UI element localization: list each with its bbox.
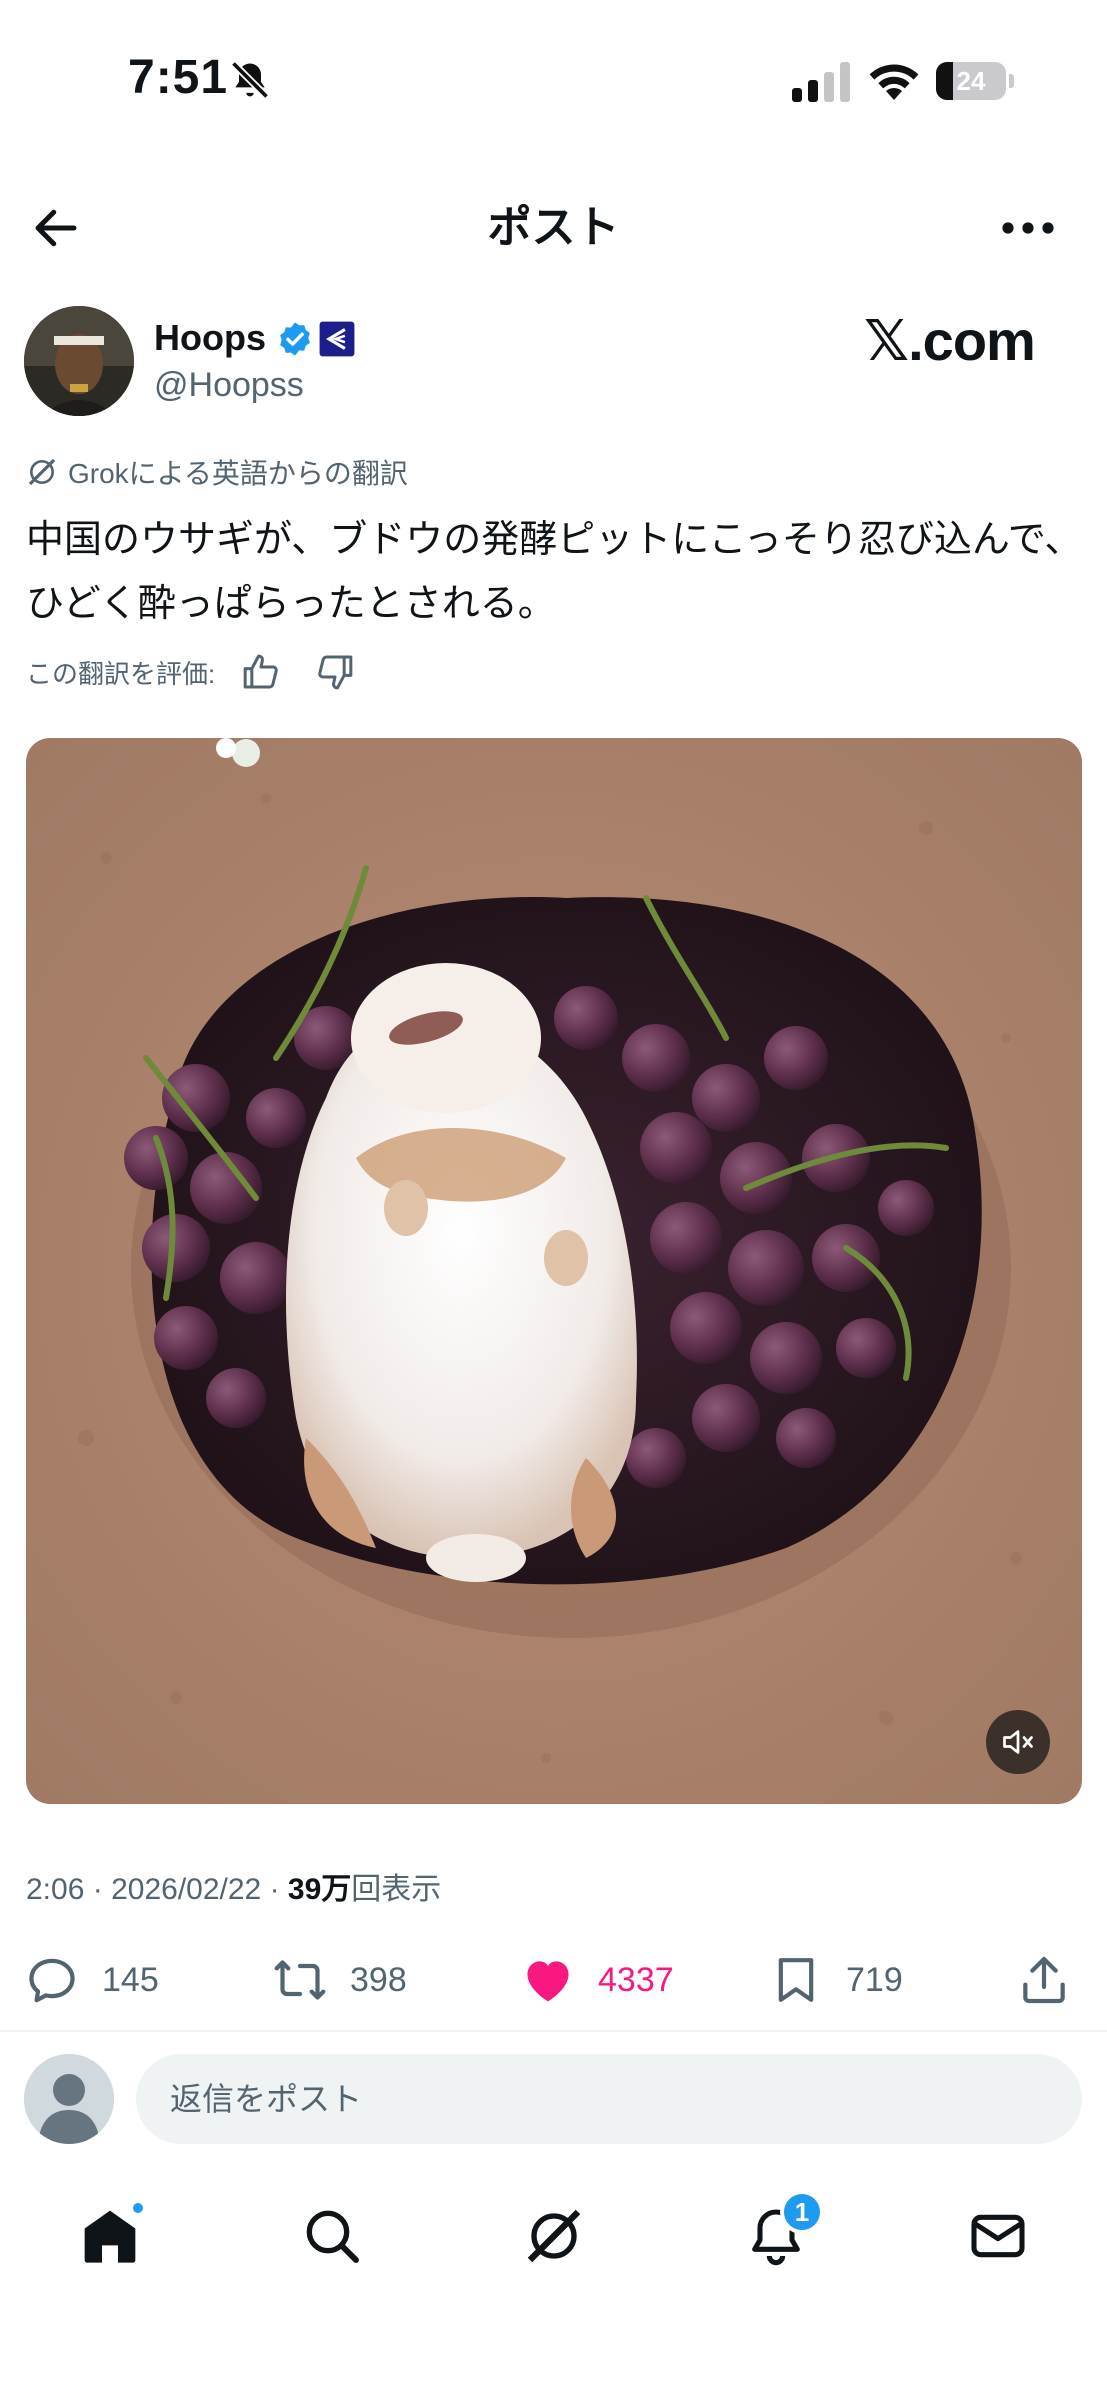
avatar-image (24, 306, 134, 416)
tab-notifications[interactable]: 1 (736, 2190, 824, 2276)
author-name[interactable]: Hoops (154, 316, 266, 360)
meta-separator: · (92, 1873, 103, 1906)
x-watermark: 𝕏.com (864, 309, 1036, 372)
verified-icon (280, 322, 310, 356)
reply-button[interactable]: 145 (24, 1950, 159, 2010)
reply-count: 145 (102, 1960, 159, 1999)
mute-toggle-button[interactable] (986, 1710, 1050, 1774)
status-time: 7:51 (128, 51, 229, 104)
back-arrow-icon (35, 209, 77, 247)
repost-button[interactable]: 398 (272, 1950, 407, 2010)
tweet-text: 中国のウサギが、ブドウの発酵ピットにこっそり忍び込んで、ひどく酔っぱらったとされ… (26, 519, 1083, 625)
like-button[interactable]: 4337 (520, 1950, 674, 2010)
bookmark-button[interactable]: 719 (768, 1950, 903, 2010)
thumbs-down-button[interactable] (311, 648, 359, 696)
battery-percent: 24 (956, 66, 986, 96)
video-frame (26, 738, 1082, 1804)
reply-input[interactable] (136, 2054, 1082, 2144)
rate-label: この翻訳を評価: (26, 658, 216, 689)
thumbs-up-button[interactable] (237, 648, 285, 696)
bookmark-icon (778, 1958, 814, 2002)
default-avatar-icon (24, 2054, 114, 2144)
reply-icon (29, 1958, 75, 2003)
translation-label: Grokによる英語からの翻訳 (68, 458, 408, 489)
page-title: ポスト (487, 203, 620, 252)
author-avatar[interactable] (24, 306, 134, 416)
tab-search[interactable] (292, 2196, 372, 2276)
rate-translation: この翻訳を評価: (26, 650, 385, 694)
post-meta: 2:06 · 2026/02/22 · 39万回表示 (26, 1870, 441, 1910)
search-icon (306, 2210, 359, 2263)
bell-off-icon (230, 60, 270, 100)
mail-icon (971, 2214, 1025, 2258)
post-date: 2026/02/22 (111, 1873, 262, 1906)
divider (0, 2030, 1107, 2032)
notification-badge: 1 (780, 2190, 824, 2234)
share-icon (1023, 1956, 1065, 2004)
signal-icon (792, 62, 850, 102)
more-icon (1002, 222, 1054, 234)
more-options-button[interactable] (992, 196, 1064, 260)
like-count: 4337 (598, 1960, 674, 1999)
tab-grok[interactable] (514, 2196, 594, 2276)
post-video[interactable] (26, 738, 1082, 1804)
post-time: 2:06 (26, 1873, 85, 1906)
user-avatar[interactable] (24, 2054, 114, 2144)
bookmark-count: 719 (846, 1960, 903, 1999)
repost-icon (274, 1960, 326, 2000)
meta-separator: · (269, 1873, 280, 1906)
thumbs-up-icon (243, 654, 278, 689)
views-count: 39万 (287, 1873, 352, 1906)
mute-icon (1003, 1730, 1033, 1754)
tab-messages[interactable] (958, 2196, 1038, 2276)
heart-icon (527, 1961, 569, 2002)
author-handle[interactable]: @Hoopss (154, 364, 304, 406)
battery-indicator: 24 (936, 62, 1014, 100)
affiliate-badge-icon (319, 321, 355, 357)
views-label: 回表示 (351, 1873, 442, 1906)
share-button[interactable] (1016, 1950, 1072, 2010)
thumbs-down-icon (318, 655, 353, 690)
wifi-icon (869, 64, 919, 100)
back-button[interactable] (24, 196, 88, 260)
grok-icon (28, 458, 56, 486)
tab-home[interactable] (70, 2196, 150, 2276)
home-unread-dot (130, 2200, 146, 2216)
translation-note: Grokによる英語からの翻訳 (26, 452, 408, 492)
repost-count: 398 (350, 1960, 407, 1999)
grok-icon (527, 2209, 581, 2263)
status-bar: 7:51 24 (0, 0, 1107, 160)
